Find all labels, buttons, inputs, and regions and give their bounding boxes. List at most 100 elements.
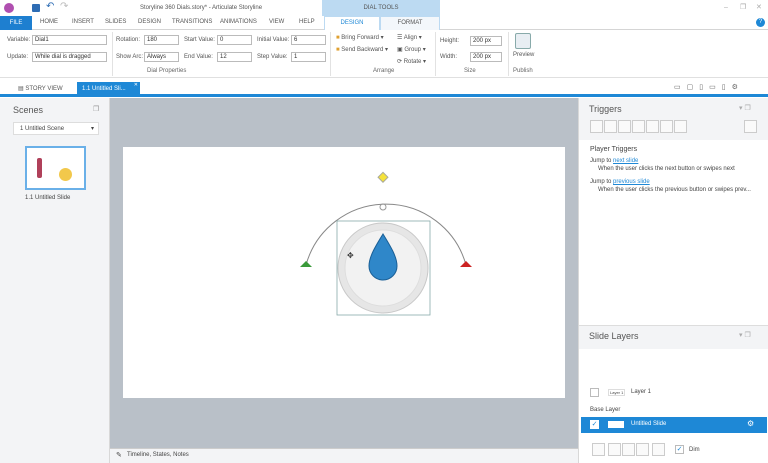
preview-icon[interactable]: [515, 33, 531, 49]
align-label: Align: [403, 35, 418, 41]
base-layer-checkbox[interactable]: ✓: [590, 420, 599, 429]
step-value-input[interactable]: 1: [291, 52, 326, 62]
bring-forward-button[interactable]: ■ Bring Forward ▾: [336, 34, 384, 41]
redo-icon[interactable]: ↷: [60, 1, 68, 12]
triggers-panel-controls[interactable]: ▾ ❐: [739, 104, 751, 112]
bring-forward-icon: ■: [336, 35, 340, 41]
close-button[interactable]: ✕: [756, 3, 762, 11]
move-cursor-icon: ✥: [347, 251, 354, 260]
desktop-icon[interactable]: ▢: [687, 84, 700, 91]
width-input[interactable]: 200 px: [470, 52, 502, 62]
scenes-title: Scenes: [13, 105, 44, 115]
tab-slide[interactable]: 1.1 Untitled Sli... ✕: [77, 82, 140, 97]
base-layer-row[interactable]: ✓ Untitled Slide ⚙: [581, 417, 767, 433]
show-arc-select[interactable]: Always: [144, 52, 179, 62]
edit-trigger-button[interactable]: [604, 120, 617, 133]
slide-tab-label: 1.1 Untitled Sli...: [82, 86, 126, 92]
publish-group-label: Publish: [513, 68, 533, 74]
variable-select[interactable]: Dial1: [32, 35, 107, 45]
tab-dial-design[interactable]: DESIGN: [324, 16, 380, 30]
tab-story-view[interactable]: ▤ STORY VIEW: [18, 85, 63, 92]
paste-layer-button[interactable]: [636, 443, 649, 456]
minimize-button[interactable]: –: [724, 4, 728, 11]
layer-row[interactable]: Layer 1 Layer 1: [579, 386, 768, 400]
variables-button[interactable]: [744, 120, 757, 133]
end-value-input[interactable]: 12: [217, 52, 252, 62]
rotation-handle-icon: [377, 171, 389, 183]
new-trigger-button[interactable]: [590, 120, 603, 133]
tablet-icon[interactable]: ▯: [699, 84, 709, 91]
phone-icon[interactable]: ▯: [722, 84, 732, 91]
move-down-button[interactable]: [674, 120, 687, 133]
rotate-button[interactable]: ⟳ Rotate ▾: [397, 58, 426, 65]
trigger-item[interactable]: Jump to next slide When the user clicks t…: [590, 158, 735, 172]
tab-file[interactable]: FILE: [0, 16, 32, 30]
dial-graphic[interactable]: ✥: [123, 147, 565, 398]
height-input[interactable]: 200 px: [470, 36, 502, 46]
initial-value-input[interactable]: 6: [291, 35, 326, 45]
panel-float-icon[interactable]: ❐: [93, 105, 99, 113]
update-select[interactable]: While dial is dragged: [32, 52, 107, 62]
trigger-link[interactable]: previous slide: [613, 179, 650, 185]
app-logo-icon: [4, 3, 14, 13]
laptop-icon[interactable]: ▭: [674, 84, 687, 91]
group-button[interactable]: ▣ Group ▾: [397, 46, 426, 53]
paste-trigger-button[interactable]: [632, 120, 645, 133]
window-title: Storyline 360 Dials.story* - Articulate …: [140, 5, 263, 11]
rotation-input[interactable]: 180: [144, 35, 179, 45]
layers-panel-controls[interactable]: ▾ ❐: [739, 331, 751, 339]
dim-checkbox[interactable]: ✓: [675, 445, 684, 454]
character-image: [37, 158, 42, 178]
tab-insert[interactable]: INSERT: [72, 19, 94, 25]
tab-design[interactable]: DESIGN: [138, 19, 161, 25]
delete-trigger-button[interactable]: [646, 120, 659, 133]
align-icon: ☰: [397, 35, 403, 41]
group-label: Group: [404, 47, 422, 53]
update-label: Update:: [7, 54, 29, 60]
layer-checkbox[interactable]: [590, 388, 599, 397]
base-layer-name: Untitled Slide: [631, 421, 667, 427]
start-value-input[interactable]: 0: [217, 35, 252, 45]
start-marker-icon: [300, 261, 312, 267]
trigger-desc: When the user clicks the previous button…: [598, 187, 751, 193]
timeline-label: Timeline, States, Notes: [127, 452, 189, 458]
tab-help[interactable]: HELP: [299, 19, 315, 25]
tab-view[interactable]: VIEW: [269, 19, 284, 25]
trigger-item[interactable]: Jump to previous slide When the user clic…: [590, 179, 751, 193]
document-tabs: ▤ STORY VIEW 1.1 Untitled Sli... ✕ ▭▢▯▭▯⚙: [0, 80, 768, 97]
duplicate-layer-button[interactable]: [608, 443, 621, 456]
step-value-label: Step Value:: [257, 54, 288, 60]
phone-landscape-icon[interactable]: ▭: [709, 84, 722, 91]
tab-home[interactable]: HOME: [40, 19, 58, 25]
triggers-title: Triggers: [589, 104, 622, 114]
send-backward-button[interactable]: ■ Send Backward ▾: [336, 46, 388, 53]
scene-select-value: 1 Untitled Scene: [20, 126, 65, 132]
preview-button[interactable]: Preview: [513, 52, 534, 58]
help-icon[interactable]: ?: [756, 18, 765, 27]
copy-layer-button[interactable]: [622, 443, 635, 456]
gear-icon[interactable]: ⚙: [732, 84, 744, 91]
ribbon: Variable: Dial1 Update: While dial is dr…: [0, 30, 768, 78]
copy-trigger-button[interactable]: [618, 120, 631, 133]
slide-thumbnail[interactable]: [25, 146, 86, 190]
save-icon[interactable]: [32, 4, 40, 12]
restore-button[interactable]: ❐: [740, 3, 746, 11]
undo-icon[interactable]: ↶: [46, 1, 54, 12]
tab-transitions[interactable]: TRANSITIONS: [172, 19, 212, 25]
close-tab-icon[interactable]: ✕: [134, 82, 138, 88]
dial-thumb-icon: [59, 168, 72, 181]
align-button[interactable]: ☰ Align ▾: [397, 34, 422, 41]
new-layer-button[interactable]: [592, 443, 605, 456]
move-up-button[interactable]: [660, 120, 673, 133]
chevron-down-icon: ▾: [90, 126, 94, 132]
tab-slides[interactable]: SLIDES: [105, 19, 126, 25]
tab-dial-format[interactable]: FORMAT: [380, 16, 440, 30]
initial-value-label: Initial Value:: [257, 37, 290, 43]
tab-animations[interactable]: ANIMATIONS: [220, 19, 257, 25]
gear-icon[interactable]: ⚙: [747, 419, 754, 428]
delete-layer-button[interactable]: [652, 443, 665, 456]
timeline-bar[interactable]: ✎ Timeline, States, Notes: [110, 448, 578, 463]
trigger-link[interactable]: next slide: [613, 158, 638, 164]
slide[interactable]: ✥: [123, 147, 565, 398]
scene-select[interactable]: 1 Untitled Scene ▾: [13, 122, 99, 135]
